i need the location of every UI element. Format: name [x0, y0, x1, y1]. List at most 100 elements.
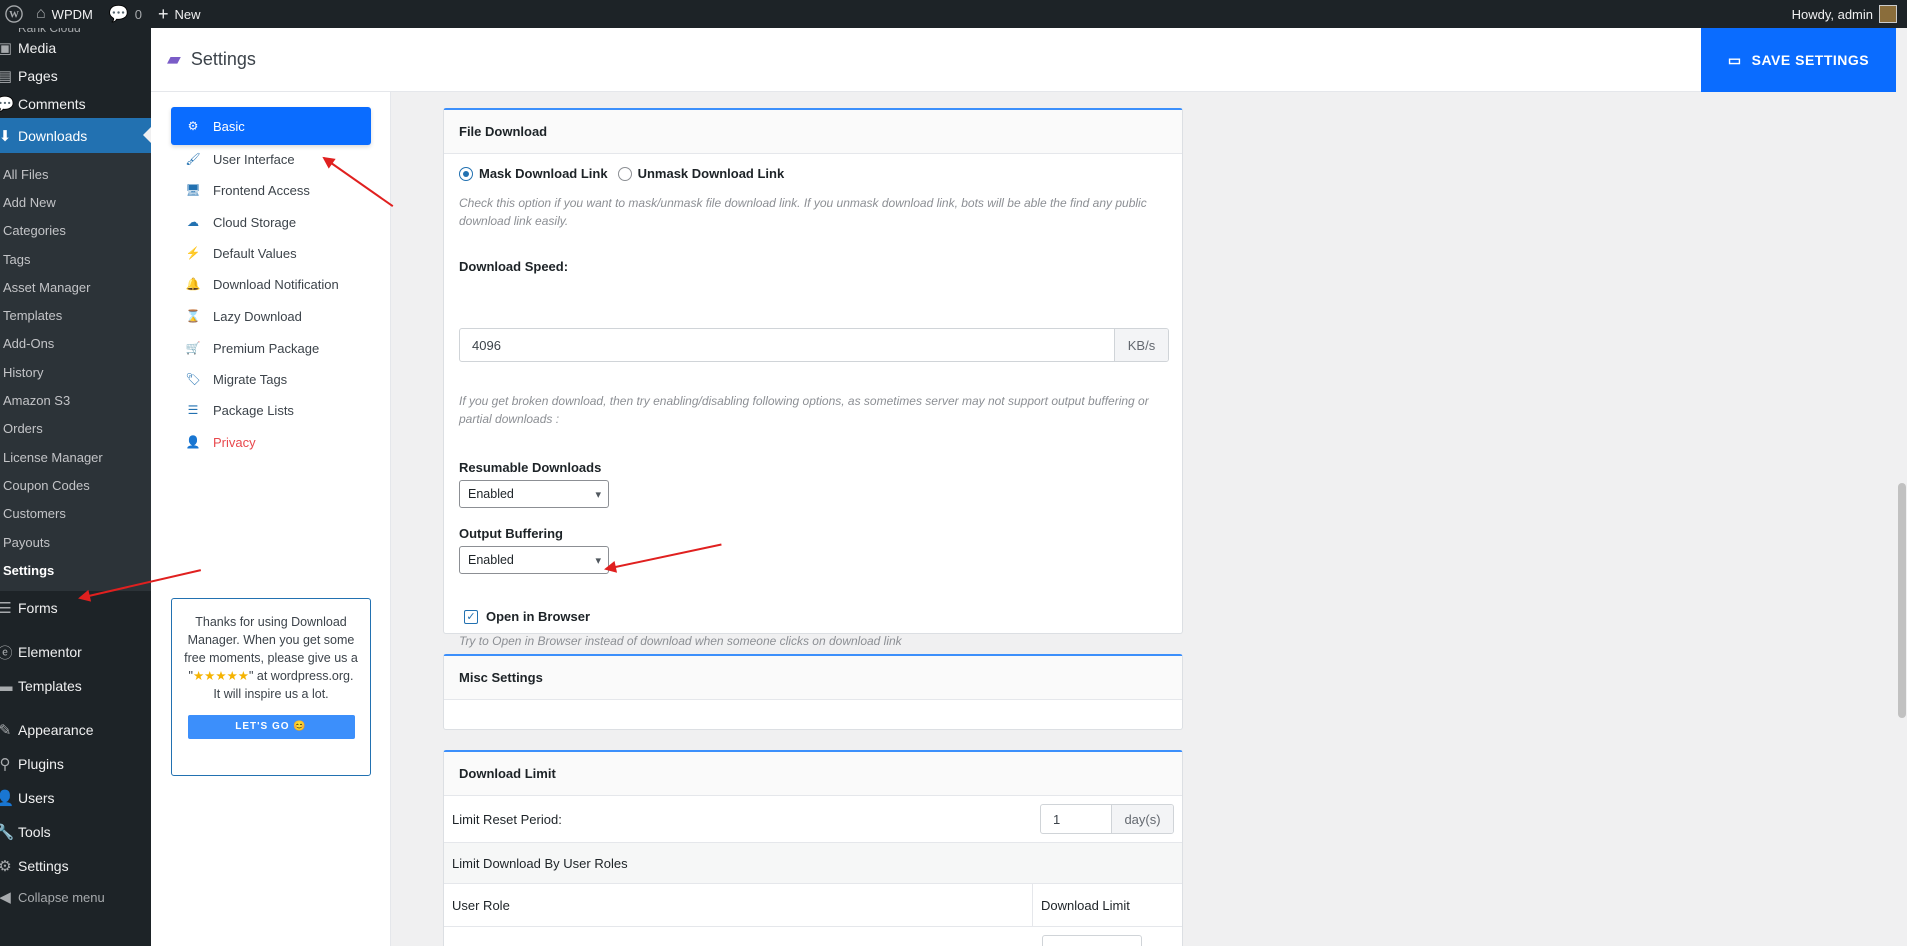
browser-label: Open in Browser: [486, 609, 591, 624]
submenu-item-amazon-s3[interactable]: Amazon S3: [0, 386, 151, 414]
account-menu[interactable]: Howdy, admin: [1784, 0, 1907, 28]
role-limit-input[interactable]: [1042, 935, 1142, 946]
menu-label: Pages: [18, 68, 58, 84]
settings-tab-label: Download Notification: [213, 276, 339, 292]
panel-title: File Download: [444, 110, 1182, 154]
menu-item-appearance[interactable]: ✎ Appearance: [0, 713, 151, 747]
plugin-icon: ⚲: [0, 756, 11, 774]
settings-tab-label: Migrate Tags: [213, 371, 288, 387]
submenu-item-license-manager[interactable]: License Manager: [0, 443, 151, 471]
menu-label: Media: [18, 40, 57, 56]
hourglass-icon: ⌛: [185, 309, 201, 323]
submenu-item-asset-manager[interactable]: Asset Manager: [0, 273, 151, 301]
menu-label: Tools: [18, 824, 51, 841]
menu-label: Elementor: [18, 644, 82, 661]
list-icon: ☰: [187, 403, 199, 417]
menu-label: Users: [18, 790, 55, 807]
mask-radio[interactable]: [459, 166, 473, 181]
settings-tab-label: Premium Package: [213, 340, 320, 356]
settings-tab-label: Package Lists: [213, 402, 294, 418]
reset-label: Limit Reset Period:: [452, 811, 562, 827]
avatar: [1879, 5, 1897, 23]
menu-label: Settings: [18, 858, 69, 875]
speed-label: Download Speed:: [459, 259, 569, 274]
menu-label: Templates: [18, 678, 82, 695]
scrollbar-thumb[interactable]: [1898, 483, 1906, 718]
settings-tab-privacy[interactable]: 👤 Privacy: [171, 423, 371, 461]
menu-label: Forms: [18, 600, 58, 617]
menu-item-comments[interactable]: 💬 Comments: [0, 90, 151, 118]
submenu-item-tags[interactable]: Tags: [0, 245, 151, 273]
media-icon: ▣: [0, 40, 13, 57]
settings-tab-label: Cloud Storage: [213, 214, 297, 230]
lets-go-button[interactable]: LET'S GO 😊: [187, 715, 355, 739]
settings-tab-label: User Interface: [213, 151, 295, 167]
open-in-browser-checkbox[interactable]: ✓: [464, 609, 478, 624]
save-settings-button[interactable]: ▭ SAVE SETTINGS: [1701, 28, 1896, 92]
stars-icon: ★★★★★: [192, 669, 249, 683]
collapse-icon: ◀: [0, 889, 11, 907]
resumable-select[interactable]: Enabled: [459, 480, 609, 508]
menu-label: Appearance: [18, 722, 94, 739]
submenu-item-payouts[interactable]: Payouts: [0, 528, 151, 556]
menu-item-elementor[interactable]: ⓔ Elementor: [0, 635, 151, 669]
howdy-text: Howdy, admin: [1791, 6, 1873, 22]
comments-link[interactable]: 💬 0: [101, 0, 150, 28]
download-limit-panel: Download Limit Limit Reset Period: 1 day…: [443, 750, 1183, 946]
bolt-icon: ⚡: [185, 246, 201, 260]
menu-item-tools[interactable]: 🔧 Tools: [0, 815, 151, 849]
unmask-radio[interactable]: [617, 166, 632, 181]
browser-help: Try to Open in Browser instead of downlo…: [459, 634, 902, 648]
submenu-item-add-new[interactable]: Add New: [0, 188, 151, 216]
pages-icon: ▤: [0, 68, 13, 85]
new-content-link[interactable]: + New: [150, 0, 209, 28]
submenu-item-coupon-codes[interactable]: Coupon Codes: [0, 471, 151, 499]
cloud-icon: ☁: [187, 215, 199, 229]
menu-item-collapse-menu[interactable]: ◀ Collapse menu: [0, 883, 151, 911]
page-title: Settings: [190, 49, 256, 69]
submenu-item-templates[interactable]: Templates: [0, 301, 151, 329]
drive-icon: ▰: [167, 49, 181, 69]
paint-bucket-icon: 🖌: [185, 152, 201, 166]
comments-count: 0: [134, 6, 142, 22]
scrollbar[interactable]: [1896, 28, 1907, 946]
promo-text: Thanks for using Download Manager. When …: [184, 613, 358, 703]
submenu-item-categories[interactable]: Categories: [0, 217, 151, 245]
menu-item-forms[interactable]: ☰ Forms: [0, 591, 151, 625]
menu-item-plugins[interactable]: ⚲ Plugins: [0, 747, 151, 781]
menu-label: Collapse menu: [18, 889, 105, 905]
reset-period-input[interactable]: 1: [1041, 805, 1111, 833]
promo-line2: " at wordpress.org.: [248, 669, 354, 683]
menu-item-users[interactable]: 👤 Users: [0, 781, 151, 815]
mask-label: Mask Download Link: [479, 166, 608, 181]
submenu-item-history[interactable]: History: [0, 358, 151, 386]
panel-title: Download Limit: [444, 752, 1182, 796]
mask-help: Check this option if you want to mask/un…: [459, 196, 1147, 228]
col-download-limit: Download Limit: [1041, 897, 1130, 913]
download-icon: ⬇: [0, 127, 12, 145]
submenu-item-add-ons[interactable]: Add-Ons: [0, 330, 151, 358]
user-lock-icon: 👤: [185, 435, 201, 449]
settings-tab-label: Frontend Access: [213, 182, 310, 198]
promo-line3: It will inspire us a lot.: [213, 687, 329, 701]
download-speed-input[interactable]: 4096: [460, 329, 1114, 361]
submenu-item-customers[interactable]: Customers: [0, 500, 151, 528]
menu-label: Downloads: [18, 127, 88, 144]
submenu-item-all-files[interactable]: All Files: [0, 160, 151, 188]
menu-item-pages[interactable]: ▤ Pages: [0, 62, 151, 90]
home-icon: ⌂: [36, 5, 46, 22]
buffering-select[interactable]: Enabled: [459, 546, 609, 574]
menu-item-downloads[interactable]: ⬇ Downloads: [0, 118, 151, 153]
admin-bar: W ⌂ WPDM 💬 0 + New Howdy, admin: [0, 0, 1907, 28]
site-name-link[interactable]: ⌂ WPDM: [28, 0, 101, 28]
wrench-icon: 🔧: [0, 824, 15, 842]
menu-item-settings[interactable]: ⚙ Settings: [0, 849, 151, 883]
submenu-item-orders[interactable]: Orders: [0, 415, 151, 443]
by-roles-row: Limit Download By User Roles: [444, 843, 1182, 884]
menu-item-templates[interactable]: ▬ Templates: [0, 669, 151, 703]
folder-icon: ▬: [0, 677, 13, 695]
submenu-item-settings[interactable]: Settings: [0, 556, 151, 584]
bell-icon: 🔔: [185, 277, 201, 291]
wordpress-logo-icon[interactable]: W: [0, 0, 28, 28]
menu-item-media[interactable]: ▣ Media: [0, 34, 151, 62]
